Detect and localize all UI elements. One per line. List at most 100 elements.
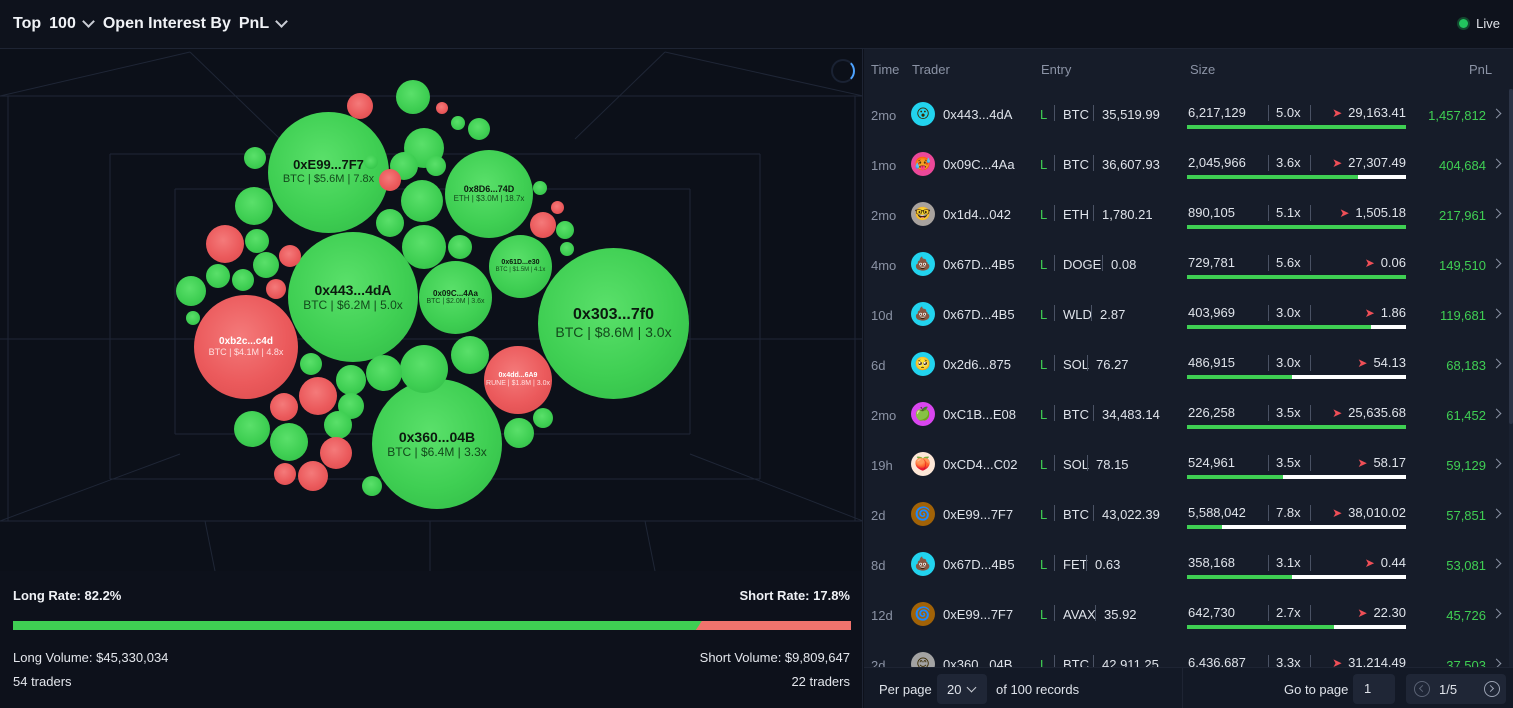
trader-bubble[interactable] (347, 93, 373, 119)
column-header-pnl[interactable]: PnL (1469, 62, 1492, 77)
table-scrollbar-thumb[interactable] (1509, 89, 1513, 424)
trader-bubble[interactable] (560, 242, 574, 256)
trader-bubble[interactable] (451, 116, 465, 130)
table-row[interactable]: 10d 💩 0x67D...4B5 L WLD 2.87 403,969 3.0x ➤ 1.86 1… (864, 289, 1504, 339)
trader-bubble[interactable]: 0x4dd...6A9 RUNE | $1.8M | 3.0x (484, 346, 552, 414)
trader-address[interactable]: 0x1d4...042 (943, 207, 1011, 222)
table-row[interactable]: 8d 💩 0x67D...4B5 L FET 0.63 358,168 3.1x ➤ 0.44 53… (864, 539, 1504, 589)
trader-bubble[interactable]: 0x61D...e30 BTC | $1.5M | 4.1x (489, 235, 552, 298)
trader-address[interactable]: 0xCD4...C02 (943, 457, 1017, 472)
trader-bubble[interactable] (299, 377, 337, 415)
trader-bubble[interactable] (376, 209, 404, 237)
trader-bubble[interactable] (206, 264, 230, 288)
trader-bubble[interactable] (556, 221, 574, 239)
trader-bubble[interactable]: 0x303...7f0 BTC | $8.6M | 3.0x (538, 248, 689, 399)
trader-bubble[interactable] (245, 229, 269, 253)
go-to-page-input[interactable] (1353, 674, 1395, 704)
chevron-right-icon[interactable] (1491, 108, 1502, 119)
trader-bubble[interactable] (298, 461, 328, 491)
trader-bubble[interactable] (362, 476, 382, 496)
trader-bubble[interactable] (244, 147, 266, 169)
trader-bubble[interactable] (400, 345, 448, 393)
table-row[interactable]: 2d 🌀 0xE99...7F7 L BTC 43,022.39 5,588,042 7.8x… (864, 489, 1504, 539)
trader-bubble[interactable] (401, 180, 443, 222)
trader-bubble[interactable] (186, 311, 200, 325)
trader-address[interactable]: 0x360...04B (943, 657, 1012, 667)
trader-bubble[interactable] (551, 201, 564, 214)
trader-bubble[interactable] (320, 437, 352, 469)
chevron-right-icon[interactable] (1491, 408, 1502, 419)
trader-bubble[interactable] (436, 102, 448, 114)
table-row[interactable]: 6d 🥺 0x2d6...875 L SOL 76.27 486,915 3.0x ➤ 54.13… (864, 339, 1504, 389)
trader-bubble[interactable] (253, 252, 279, 278)
column-header-trader[interactable]: Trader (912, 62, 950, 77)
table-row[interactable]: 2mo 😮 0x443...4dA L BTC 35,519.99 6,217,129 5.0… (864, 89, 1504, 139)
chevron-right-icon[interactable] (1491, 208, 1502, 219)
chevron-right-icon[interactable] (1491, 308, 1502, 319)
trader-bubble[interactable] (504, 418, 534, 448)
chevron-right-icon[interactable] (1491, 658, 1502, 667)
chevron-right-icon[interactable] (1491, 158, 1502, 169)
trader-address[interactable]: 0xE99...7F7 (943, 507, 1013, 522)
trader-bubble[interactable] (234, 411, 270, 447)
trader-bubble[interactable] (300, 353, 322, 375)
trader-bubble[interactable] (270, 393, 298, 421)
table-row[interactable]: 19h 🍑 0xCD4...C02 L SOL 78.15 524,961 3.5x ➤ 58.1… (864, 439, 1504, 489)
trader-bubble[interactable] (530, 212, 556, 238)
trader-bubble[interactable] (366, 355, 402, 391)
column-header-time[interactable]: Time (871, 62, 899, 77)
chevron-right-icon[interactable] (1491, 558, 1502, 569)
table-row[interactable]: 2mo 🤓 0x1d4...042 L ETH 1,780.21 890,105 5.1x ➤ 1… (864, 189, 1504, 239)
trader-bubble[interactable] (266, 279, 286, 299)
table-row[interactable]: 2d 😊 0x360...04B L BTC 42,911.25 6,436,687 3.3x… (864, 639, 1504, 667)
top-n-selector[interactable]: Top 100 (13, 15, 95, 33)
trader-bubble[interactable]: 0xE99...7F7 BTC | $5.6M | 7.8x (268, 112, 389, 233)
trader-bubble[interactable]: 0x443...4dA BTC | $6.2M | 5.0x (288, 232, 418, 362)
trader-address[interactable]: 0x67D...4B5 (943, 257, 1015, 272)
trader-bubble[interactable] (324, 411, 352, 439)
table-row[interactable]: 2mo 🍏 0xC1B...E08 L BTC 34,483.14 226,258 3.5x ➤… (864, 389, 1504, 439)
table-row[interactable]: 1mo 🥵 0x09C...4Aa L BTC 36,607.93 2,045,966 3.6… (864, 139, 1504, 189)
trader-bubble[interactable] (364, 155, 378, 169)
per-page-select[interactable]: 20 (937, 674, 987, 704)
trader-address[interactable]: 0xC1B...E08 (943, 407, 1016, 422)
trader-bubble[interactable] (468, 118, 490, 140)
trader-address[interactable]: 0x09C...4Aa (943, 157, 1015, 172)
trader-bubble[interactable] (396, 80, 430, 114)
column-header-size[interactable]: Size (1190, 62, 1215, 77)
trader-bubble[interactable] (274, 463, 296, 485)
chevron-right-icon[interactable] (1491, 608, 1502, 619)
trader-bubble[interactable] (232, 269, 254, 291)
trader-address[interactable]: 0x443...4dA (943, 107, 1012, 122)
next-page-icon[interactable] (1484, 681, 1500, 697)
trader-bubble[interactable] (533, 181, 547, 195)
trader-bubble[interactable] (533, 408, 553, 428)
previous-page-icon[interactable] (1414, 681, 1430, 697)
chevron-right-icon[interactable] (1491, 258, 1502, 269)
chevron-right-icon[interactable] (1491, 358, 1502, 369)
trader-address[interactable]: 0x2d6...875 (943, 357, 1011, 372)
trader-bubble[interactable] (206, 225, 244, 263)
trader-address[interactable]: 0x67D...4B5 (943, 557, 1015, 572)
trader-address[interactable]: 0xE99...7F7 (943, 607, 1013, 622)
chevron-right-icon[interactable] (1491, 458, 1502, 469)
trader-bubble[interactable]: 0x360...04B BTC | $6.4M | 3.3x (372, 379, 502, 509)
trader-bubble[interactable] (176, 276, 206, 306)
trader-bubble[interactable] (402, 225, 446, 269)
table-row[interactable]: 4mo 💩 0x67D...4B5 L DOGE 0.08 729,781 5.6x ➤ 0.06… (864, 239, 1504, 289)
trader-bubble[interactable]: 0xb2c...c4d BTC | $4.1M | 4.8x (194, 295, 298, 399)
trader-bubble[interactable] (448, 235, 472, 259)
trader-bubble[interactable] (379, 169, 401, 191)
column-header-entry[interactable]: Entry (1041, 62, 1071, 77)
trader-bubble[interactable]: 0x09C...4Aa BTC | $2.0M | 3.6x (419, 261, 492, 334)
trader-bubble[interactable] (451, 336, 489, 374)
trader-bubble[interactable] (426, 156, 446, 176)
chevron-right-icon[interactable] (1491, 508, 1502, 519)
trader-bubble[interactable] (336, 365, 366, 395)
table-row[interactable]: 12d 🌀 0xE99...7F7 L AVAX 35.92 642,730 2.7x ➤ 22.… (864, 589, 1504, 639)
trader-bubble[interactable] (270, 423, 308, 461)
trader-bubble[interactable]: 0x8D6...74D ETH | $3.0M | 18.7x (445, 150, 533, 238)
trader-address[interactable]: 0x67D...4B5 (943, 307, 1015, 322)
trader-bubble[interactable] (235, 187, 273, 225)
open-interest-selector[interactable]: Open Interest By PnL (103, 15, 288, 33)
